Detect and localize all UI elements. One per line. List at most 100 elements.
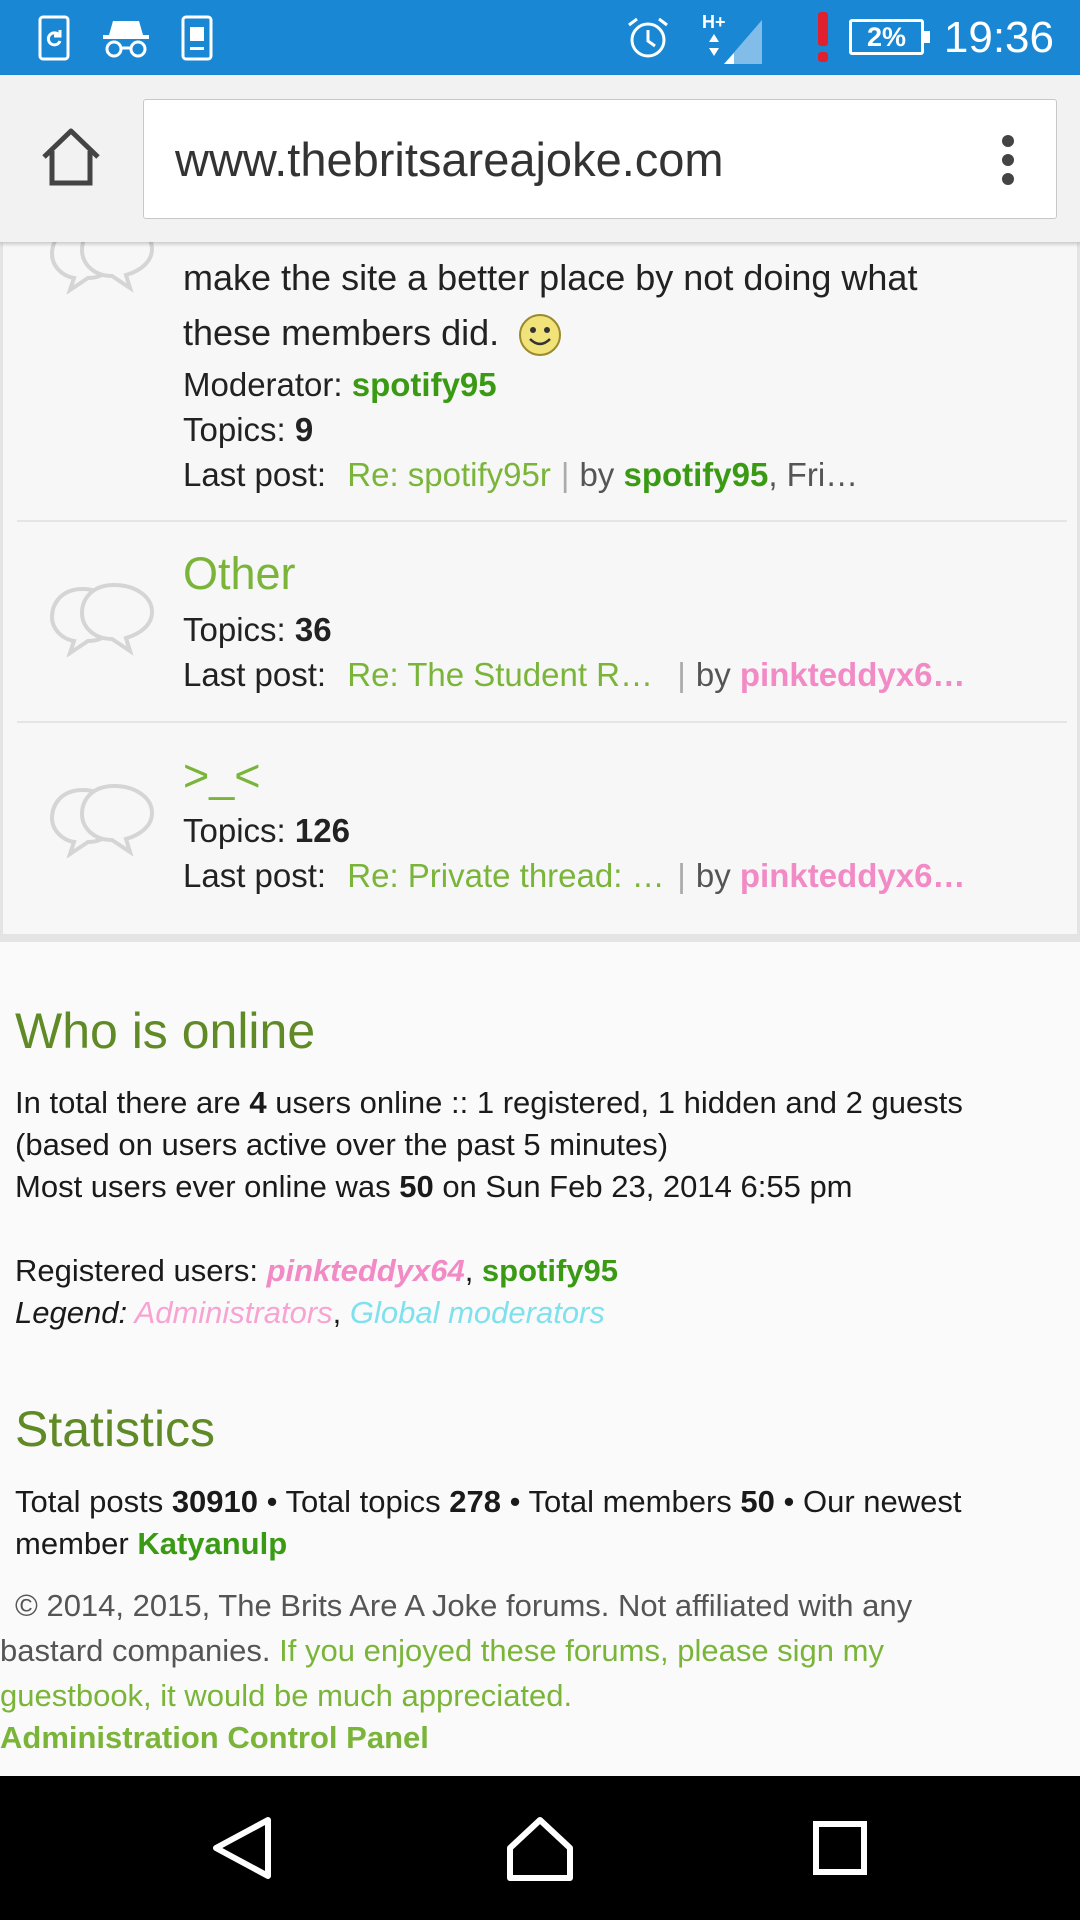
last-post-label: Last post: [183, 456, 327, 493]
alert-icon [817, 12, 829, 62]
forum-title-other[interactable]: Other [183, 548, 296, 600]
last-post-link[interactable]: Re: spotify95r [347, 456, 551, 493]
forum-last-post-line: Last post: Re: The Student R… | by pinkted… [183, 656, 965, 694]
separator: , [464, 1253, 482, 1288]
moderator-label: Moderator: [183, 366, 343, 403]
separator: | [677, 857, 686, 894]
last-post-label: Last post: [183, 857, 327, 894]
stat-label: • Our newest [774, 1484, 962, 1519]
forum-last-post-line: Last post: Re: Private thread: … | by pink… [183, 857, 965, 895]
stat-label: • Total topics [258, 1484, 450, 1519]
topics-count: 36 [294, 611, 332, 648]
forum-moderator-line: Moderator: spotify95 [183, 366, 497, 404]
most-online-text: on Sun Feb 23, 2014 6:55 pm [433, 1169, 853, 1204]
sync-app-icon [36, 0, 72, 75]
who-is-online-heading: Who is online [15, 1003, 316, 1059]
forum-description-line1: make the site a better place by not doin… [183, 257, 918, 298]
incognito-icon [100, 0, 152, 75]
browser-toolbar: www.thebritsareajoke.com [0, 75, 1080, 242]
forum-read-icon [48, 778, 158, 859]
last-post-link[interactable]: Re: The Student R… [347, 656, 667, 694]
moderator-link[interactable]: spotify95 [352, 366, 497, 403]
forum-topics-line: Topics: 126 [183, 812, 350, 850]
guestbook-link[interactable]: If you enjoyed these forums, please sign… [279, 1633, 884, 1668]
forum-topics-line: Topics: 9 [183, 411, 313, 449]
legend-label: Legend: [15, 1295, 135, 1330]
overflow-menu-icon[interactable] [1000, 134, 1016, 186]
row-divider [17, 721, 1067, 723]
topics-label: Topics: [183, 411, 286, 448]
separator: , [332, 1295, 350, 1330]
stat-label: • Total members [500, 1484, 741, 1519]
last-post-date: , Fri… [768, 456, 859, 493]
back-icon[interactable] [202, 1808, 282, 1888]
separator: | [560, 456, 570, 493]
url-text[interactable]: www.thebritsareajoke.com [175, 100, 724, 220]
navigation-bar [0, 1776, 1080, 1920]
topics-label: Topics: [183, 611, 286, 648]
clock: 19:36 [943, 13, 1054, 62]
most-online-count: 50 [399, 1169, 434, 1204]
online-text: In total there are [15, 1085, 250, 1120]
forum-description-line2: these members did. [183, 312, 563, 358]
separator: | [677, 656, 686, 693]
legend-line: Legend: Administrators, Global moderator… [15, 1295, 605, 1331]
stat-total-posts: 30910 [171, 1484, 259, 1519]
forum-description-text: these members did. [183, 312, 500, 353]
signal-icon: H+ [700, 0, 766, 75]
recents-icon[interactable] [800, 1808, 880, 1888]
row-divider [17, 520, 1067, 522]
copyright-line2: bastard companies. If you enjoyed these … [0, 1633, 884, 1669]
url-bar[interactable]: www.thebritsareajoke.com [143, 99, 1057, 219]
topics-count: 9 [294, 411, 314, 448]
newest-member-link[interactable]: Katyanulp [137, 1526, 287, 1561]
online-text: users online :: 1 registered, 1 hidden a… [266, 1085, 963, 1120]
guestbook-link-line2[interactable]: guestbook, it would be much appreciated. [0, 1678, 572, 1714]
most-online-text: Most users ever online was [15, 1169, 400, 1204]
registered-user-link[interactable]: pinkteddyx64 [267, 1253, 465, 1288]
statistics-heading: Statistics [15, 1401, 216, 1457]
registered-users-line: Registered users: pinkteddyx64, spotify9… [15, 1253, 618, 1289]
legend-administrators-link[interactable]: Administrators [135, 1295, 333, 1330]
browser-home-icon[interactable] [36, 123, 106, 193]
home-icon[interactable] [500, 1808, 580, 1888]
statistics-line2: member Katyanulp [15, 1526, 287, 1562]
battery-level: 2% [866, 21, 907, 52]
admin-control-panel-link[interactable]: Administration Control Panel [0, 1720, 429, 1756]
copyright-text: bastard companies. [0, 1633, 280, 1668]
by-label: by [695, 857, 731, 894]
forum-read-icon [48, 577, 158, 658]
registered-user-link[interactable]: spotify95 [482, 1253, 618, 1288]
last-post-link[interactable]: Re: Private thread: … [347, 857, 667, 895]
svg-text:H+: H+ [702, 12, 726, 32]
statistics-line1: Total posts 30910 • Total topics 278 • T… [15, 1484, 961, 1520]
topics-count: 126 [294, 812, 350, 849]
smiley-icon [519, 314, 562, 357]
sim-toolkit-icon [180, 0, 214, 75]
forum-read-icon [48, 242, 158, 295]
stat-label: member [15, 1526, 138, 1561]
online-total-line: In total there are 4 users online :: 1 r… [15, 1085, 963, 1121]
last-post-label: Last post: [183, 656, 327, 693]
stat-total-members: 50 [740, 1484, 775, 1519]
by-label: by [579, 456, 615, 493]
forum-topics-line: Topics: 36 [183, 611, 332, 649]
last-post-author[interactable]: pinkteddyx6… [740, 656, 966, 693]
topics-label: Topics: [183, 812, 286, 849]
alarm-icon [624, 0, 672, 75]
forum-list: make the site a better place by not doin… [0, 242, 1080, 942]
status-bar: H+ 2% 19:36 [0, 0, 1080, 75]
registered-label: Registered users: [15, 1253, 267, 1288]
forum-last-post-line: Last post: Re: spotify95r | by spotify95, … [183, 456, 858, 494]
legend-global-moderators-link[interactable]: Global moderators [350, 1295, 605, 1330]
last-post-author[interactable]: pinkteddyx6… [740, 857, 966, 894]
online-count: 4 [249, 1085, 267, 1120]
online-period-line: (based on users active over the past 5 m… [15, 1127, 669, 1162]
most-online-line: Most users ever online was 50 on Sun Feb… [15, 1169, 853, 1205]
stat-label: Total posts [15, 1484, 172, 1519]
last-post-author[interactable]: spotify95 [623, 456, 768, 493]
battery-icon: 2% [849, 19, 930, 55]
forum-title-face[interactable]: >_< [183, 750, 261, 802]
copyright-line1: © 2014, 2015, The Brits Are A Joke forum… [15, 1588, 913, 1623]
by-label: by [695, 656, 731, 693]
